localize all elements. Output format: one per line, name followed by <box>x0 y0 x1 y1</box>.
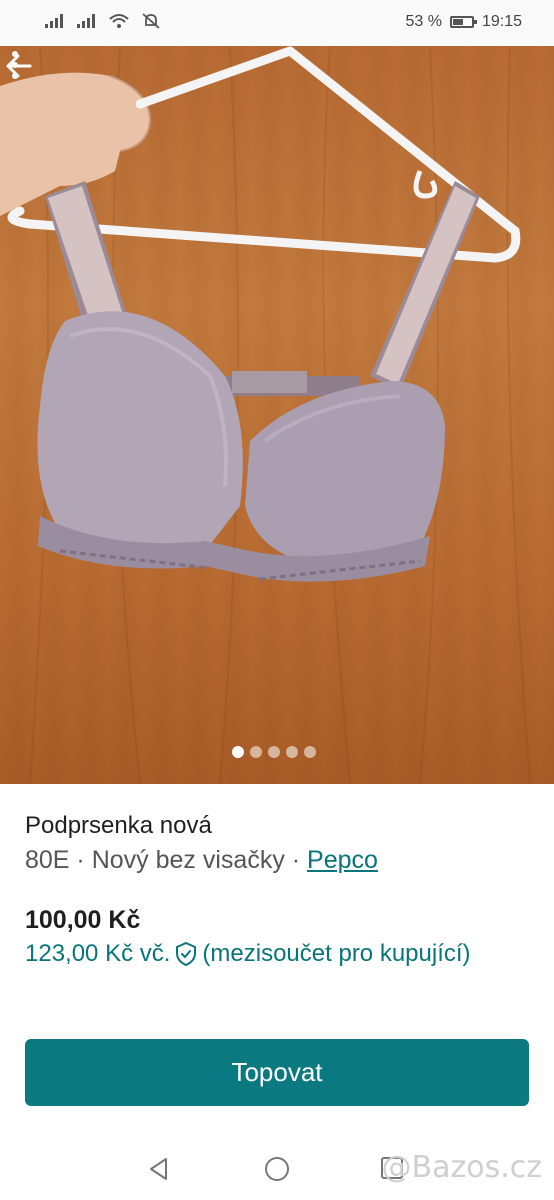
mute-bell-icon <box>142 13 160 29</box>
battery-icon <box>449 16 477 28</box>
carousel-dot[interactable] <box>304 746 316 758</box>
carousel-indicator <box>232 746 316 758</box>
cell-signal-icon <box>45 14 63 28</box>
carousel-dot[interactable] <box>268 746 280 758</box>
carousel-dot[interactable] <box>286 746 298 758</box>
buyer-price-note: (mezisoučet pro kupující) <box>202 940 471 967</box>
brand-link[interactable]: Pepco <box>307 846 378 874</box>
watermark: @Bazos.cz <box>381 1150 542 1185</box>
nav-home-icon[interactable] <box>264 1156 290 1182</box>
cell-signal-icon-2 <box>77 14 95 28</box>
status-icons-left <box>44 13 162 29</box>
carousel-dot[interactable] <box>250 746 262 758</box>
more-options-icon[interactable] <box>0 46 30 86</box>
listing-meta: 80E · Nový bez visačky · Pepco <box>25 846 378 875</box>
listing-photo[interactable] <box>0 46 554 784</box>
bump-button[interactable]: Topovat <box>25 1039 529 1106</box>
buyer-price: 123,00 Kč vč. <box>25 940 171 967</box>
product-image <box>0 46 531 784</box>
shield-check-icon <box>176 941 197 967</box>
status-bar: 53 % 19:15 <box>0 0 554 46</box>
size-condition-text: 80E · Nový bez visačky · <box>25 846 308 874</box>
status-icons-right: 53 % 19:15 <box>405 13 522 31</box>
item-price: 100,00 Kč <box>25 906 141 934</box>
wifi-icon <box>109 14 129 28</box>
battery-percent: 53 % <box>405 13 442 30</box>
listing-title: Podprsenka nová <box>25 812 212 839</box>
buyer-price-row[interactable]: 123,00 Kč vč. (mezisoučet pro kupující) <box>25 940 471 968</box>
clock: 19:15 <box>481 13 522 30</box>
nav-back-icon[interactable] <box>146 1156 172 1182</box>
carousel-dot[interactable] <box>232 746 244 758</box>
